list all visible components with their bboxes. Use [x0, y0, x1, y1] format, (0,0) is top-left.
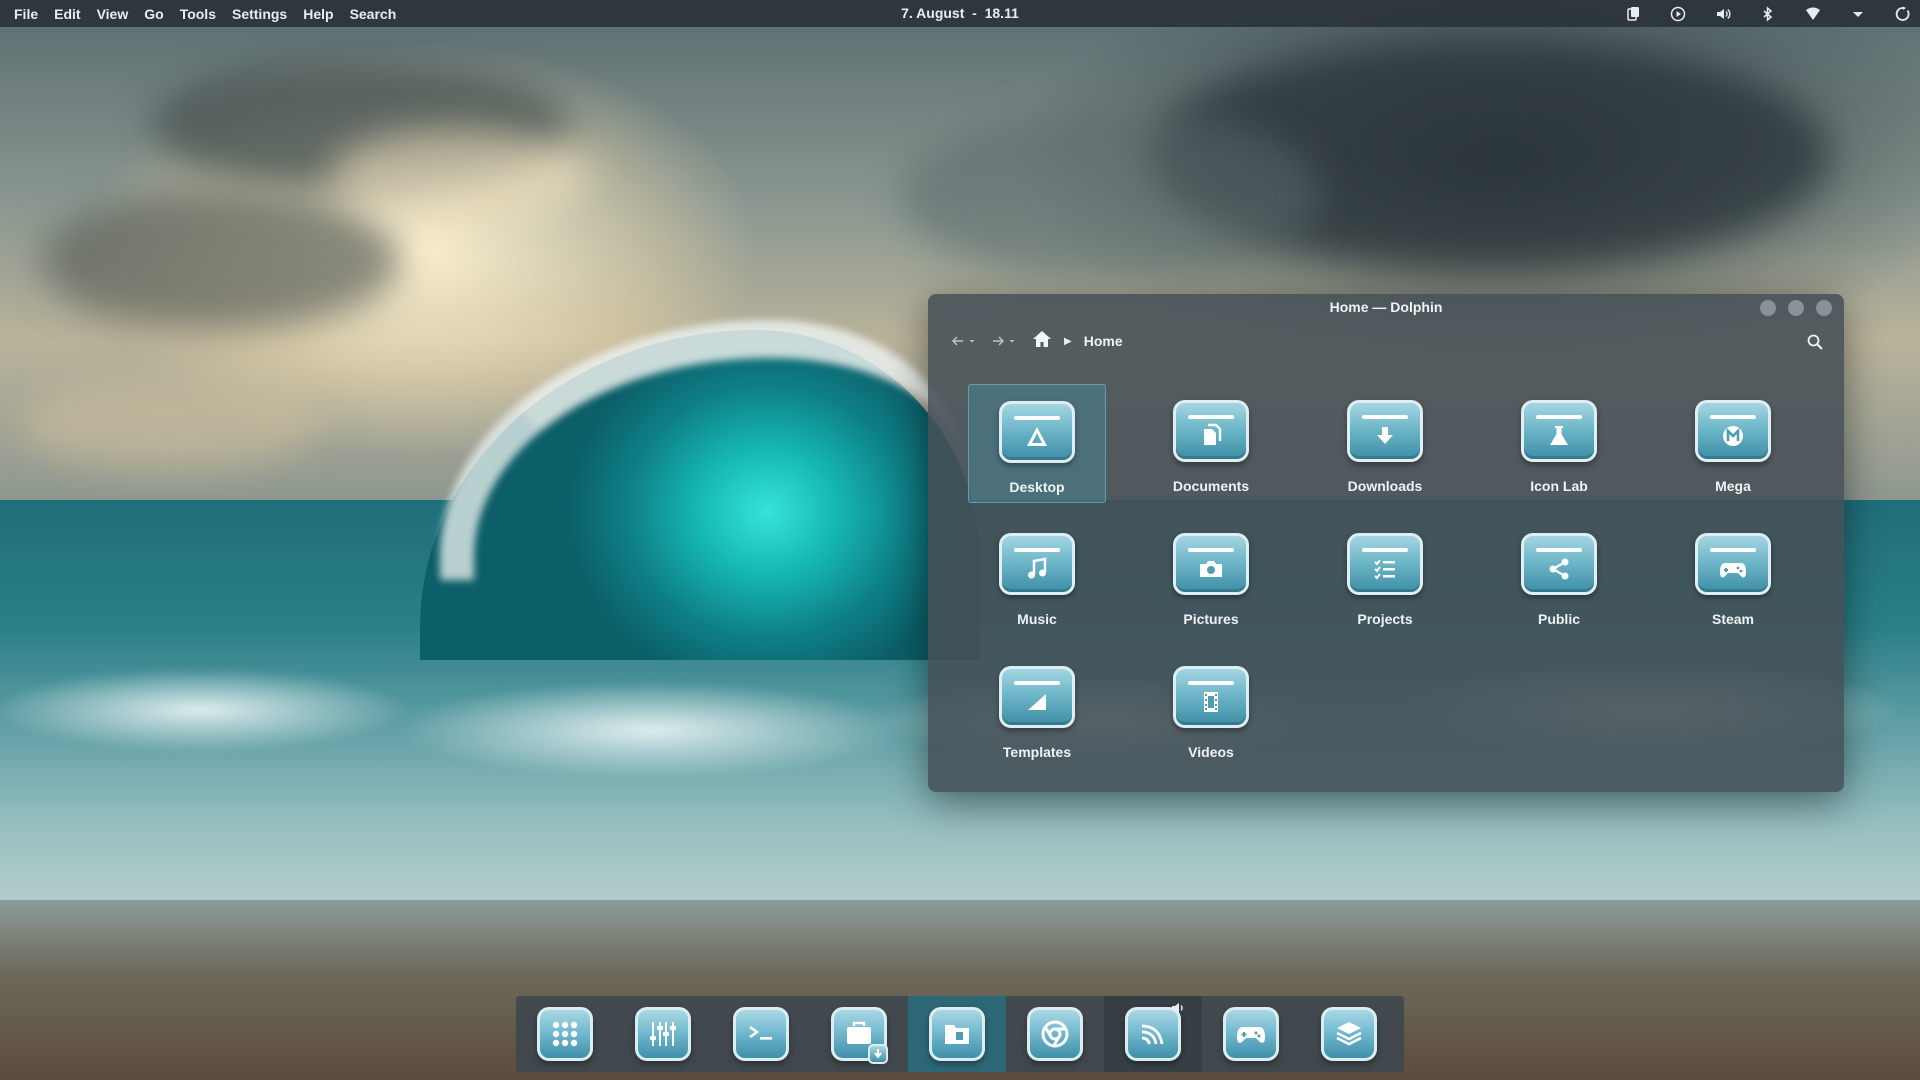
- music-note-icon: [999, 533, 1075, 595]
- volume-icon[interactable]: [1712, 3, 1734, 25]
- navigation-toolbar: ▶ Home: [928, 320, 1844, 362]
- back-button[interactable]: [950, 333, 976, 349]
- folder-downloads[interactable]: Downloads: [1316, 384, 1454, 503]
- gamepad-icon: [1695, 533, 1771, 595]
- media-play-icon[interactable]: [1667, 3, 1689, 25]
- folder-public[interactable]: Public: [1490, 517, 1628, 636]
- download-badge-icon: [868, 1044, 888, 1064]
- bluetooth-icon[interactable]: [1757, 3, 1779, 25]
- film-icon: [1173, 666, 1249, 728]
- chevron-down-icon: [1009, 340, 1015, 343]
- dock: [516, 996, 1404, 1072]
- window-titlebar[interactable]: Home — Dolphin: [928, 294, 1844, 320]
- folder-label: Mega: [1715, 478, 1751, 494]
- folder-projects[interactable]: Projects: [1316, 517, 1454, 636]
- forward-button[interactable]: [990, 333, 1016, 349]
- dock-web-browser[interactable]: [1006, 996, 1104, 1072]
- checklist-icon: [1347, 533, 1423, 595]
- chevron-down-icon: [969, 340, 975, 343]
- menu-go[interactable]: Go: [136, 6, 171, 22]
- chevron-down-icon[interactable]: [1847, 3, 1869, 25]
- folder-label: Downloads: [1347, 478, 1423, 494]
- menu-help[interactable]: Help: [295, 6, 341, 22]
- mixer-sliders-icon: [635, 1007, 691, 1061]
- folder-mega[interactable]: Mega: [1664, 384, 1802, 503]
- folder-documents[interactable]: Documents: [1142, 384, 1280, 503]
- breadcrumb: ▶ Home: [1032, 329, 1123, 354]
- mega-icon: [1695, 400, 1771, 462]
- folder-desktop[interactable]: Desktop: [968, 384, 1106, 503]
- folder-music[interactable]: Music: [968, 517, 1106, 636]
- minimize-button[interactable]: [1760, 300, 1776, 316]
- folder-label: Projects: [1357, 611, 1413, 627]
- arrow-right-icon: [993, 336, 1005, 346]
- dock-layers-app[interactable]: [1300, 996, 1398, 1072]
- maximize-button[interactable]: [1788, 300, 1804, 316]
- dock-file-manager[interactable]: [908, 996, 1006, 1072]
- global-menu: File Edit View Go Tools Settings Help Se…: [6, 6, 404, 22]
- folder-files-icon: [929, 1007, 985, 1061]
- home-icon[interactable]: [1032, 329, 1052, 354]
- folder-label: Templates: [1002, 744, 1072, 760]
- menu-view[interactable]: View: [89, 6, 137, 22]
- app-grid-icon: [537, 1007, 593, 1061]
- folder-label: Desktop: [1009, 479, 1065, 495]
- downloads-icon: [1347, 400, 1423, 462]
- dolphin-window: Home — Dolphin ▶ Home Desktop Documents …: [928, 294, 1844, 792]
- clock[interactable]: 7. August - 18.11: [901, 5, 1019, 21]
- folder-label: Steam: [1711, 611, 1755, 627]
- system-tray: [1622, 0, 1914, 27]
- top-panel: File Edit View Go Tools Settings Help Se…: [0, 0, 1920, 27]
- dock-software-center[interactable]: [810, 996, 908, 1072]
- menu-edit[interactable]: Edit: [46, 6, 88, 22]
- search-button[interactable]: [1806, 333, 1824, 351]
- arrow-left-icon: [951, 336, 963, 346]
- dock-games[interactable]: [1202, 996, 1300, 1072]
- flask-icon: [1521, 400, 1597, 462]
- folder-label: Music: [1017, 611, 1057, 627]
- dock-podcasts[interactable]: [1104, 996, 1202, 1072]
- template-icon: [999, 666, 1075, 728]
- breadcrumb-current[interactable]: Home: [1084, 333, 1123, 349]
- gamepad-icon: [1223, 1007, 1279, 1061]
- close-button[interactable]: [1816, 300, 1832, 316]
- folder-label: Icon Lab: [1530, 478, 1588, 494]
- share-icon: [1521, 533, 1597, 595]
- clipboard-icon[interactable]: [1622, 3, 1644, 25]
- breadcrumb-separator-icon: ▶: [1064, 335, 1072, 347]
- power-icon[interactable]: [1892, 3, 1914, 25]
- dock-terminal[interactable]: [712, 996, 810, 1072]
- dock-app-launcher[interactable]: [516, 996, 614, 1072]
- camera-icon: [1173, 533, 1249, 595]
- folder-label: Public: [1537, 611, 1580, 627]
- menu-tools[interactable]: Tools: [172, 6, 224, 22]
- layers-stack-icon: [1321, 1007, 1377, 1061]
- folder-label: Videos: [1188, 744, 1234, 760]
- documents-icon: [1173, 400, 1249, 462]
- window-title: Home — Dolphin: [1329, 299, 1443, 315]
- folder-icon-lab[interactable]: Icon Lab: [1490, 384, 1628, 503]
- network-wifi-icon[interactable]: [1802, 3, 1824, 25]
- folder-pictures[interactable]: Pictures: [1142, 517, 1280, 636]
- menu-file[interactable]: File: [6, 6, 46, 22]
- folder-label: Pictures: [1183, 611, 1239, 627]
- menu-settings[interactable]: Settings: [224, 6, 295, 22]
- folder-templates[interactable]: Templates: [968, 650, 1106, 769]
- folder-label: Documents: [1172, 478, 1250, 494]
- dock-mixer[interactable]: [614, 996, 712, 1072]
- menu-search[interactable]: Search: [342, 6, 405, 22]
- folder-steam[interactable]: Steam: [1664, 517, 1802, 636]
- folder-grid: Desktop Documents Downloads Icon Lab Meg…: [968, 384, 1802, 769]
- chrome-browser-icon: [1027, 1007, 1083, 1061]
- search-icon: [1807, 334, 1823, 350]
- terminal-icon: [733, 1007, 789, 1061]
- desktop-icon: [999, 401, 1075, 463]
- folder-videos[interactable]: Videos: [1142, 650, 1280, 769]
- playing-sound-icon: [1172, 1003, 1183, 1013]
